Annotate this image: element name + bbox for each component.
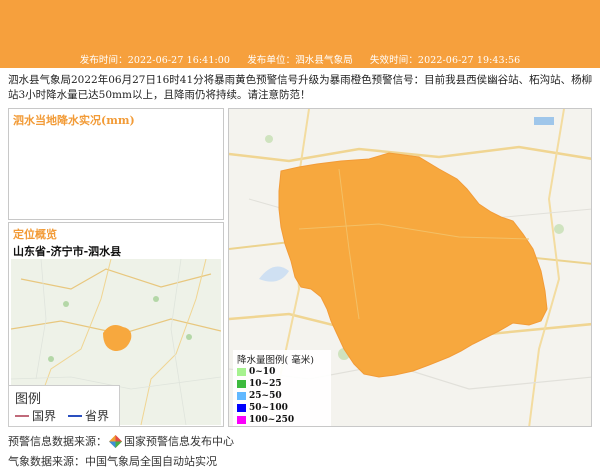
- province-border-line-icon: [68, 414, 83, 417]
- warning-header: 发布时间：2022-06-27 16:41:00 发布单位：泗水县气象局 失效时…: [0, 0, 600, 68]
- province-border-label: 省界: [85, 409, 110, 423]
- rainfall-panel-title: 泗水当地降水实况(mm): [13, 114, 135, 127]
- rainfall-legend-label: 10~25: [249, 379, 282, 389]
- swatch-0-10-icon: [237, 368, 246, 376]
- rainfall-legend-label: 0~10: [249, 367, 276, 377]
- boundary-legend-row: 国界 省界: [15, 407, 113, 424]
- publish-time: 发布时间：2022-06-27 16:41:00: [79, 55, 231, 66]
- warning-description: 泗水县气象局2022年06月27日16时41分将暴雨黄色预警信号升级为暴雨橙色预…: [8, 74, 593, 101]
- swatch-10-25-icon: [237, 380, 246, 388]
- boundary-legend-title: 图例: [15, 392, 42, 407]
- rainfall-legend-label: 100~250: [249, 415, 295, 425]
- swatch-50-100-icon: [237, 404, 246, 412]
- swatch-100-250-icon: [237, 416, 246, 424]
- location-text: 山东省-济宁市-泗水县: [13, 245, 122, 258]
- weather-source: 气象数据来源：中国气象局全国自动站实况: [8, 455, 217, 468]
- publisher: 发布单位：泗水县气象局: [247, 55, 353, 66]
- rainfall-legend: 降水量图例( 毫米) 0~10 10~25 25~50 50~100 100~2…: [233, 350, 331, 426]
- boundary-legend: 图例 国界 省界: [8, 385, 120, 427]
- location-panel-title: 定位概览: [13, 228, 57, 241]
- warning-meta: 发布时间：2022-06-27 16:41:00 发布单位：泗水县气象局 失效时…: [0, 52, 600, 66]
- warning-source: 预警信息数据来源： 国家预警信息发布中心: [8, 433, 234, 449]
- rainfall-legend-label: 50~100: [249, 403, 288, 413]
- warning-source-prefix: 预警信息数据来源：: [8, 435, 107, 448]
- rainfall-legend-item: 50~100: [237, 402, 327, 414]
- rainfall-legend-item: 25~50: [237, 390, 327, 402]
- expire-time: 失效时间：2022-06-27 19:43:56: [369, 55, 521, 66]
- rainfall-legend-item: 100~250: [237, 414, 327, 426]
- rainfall-legend-item: 10~25: [237, 378, 327, 390]
- swatch-25-50-icon: [237, 392, 246, 400]
- rainfall-panel: 泗水当地降水实况(mm): [8, 108, 224, 220]
- national-border-label: 国界: [32, 409, 57, 423]
- rainfall-legend-label: 25~50: [249, 391, 282, 401]
- warning-source-name[interactable]: 国家预警信息发布中心: [124, 433, 234, 449]
- national-border-line-icon: [15, 414, 29, 417]
- rainfall-legend-item: 0~10: [237, 366, 327, 378]
- rainfall-legend-title: 降水量图例( 毫米): [237, 355, 314, 366]
- warning-center-logo-icon: [109, 434, 122, 448]
